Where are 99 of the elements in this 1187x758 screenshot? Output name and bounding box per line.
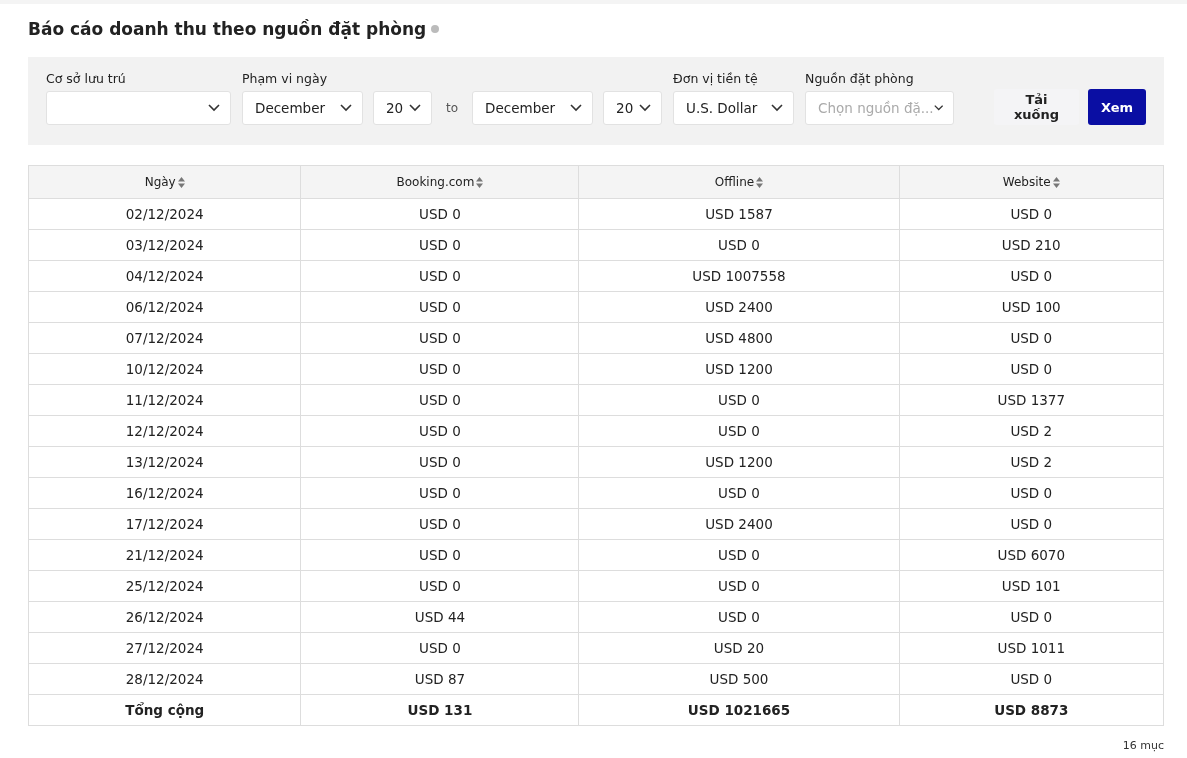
table-cell: USD 20 — [578, 632, 899, 664]
total-cell: USD 131 — [300, 694, 579, 726]
column-header[interactable]: Website — [899, 165, 1164, 199]
table-cell: USD 101 — [899, 570, 1164, 602]
info-icon — [431, 25, 440, 33]
table-cell: 21/12/2024 — [28, 539, 301, 571]
table-cell: USD 2 — [899, 446, 1164, 478]
table-cell: 06/12/2024 — [28, 291, 301, 323]
table-cell: USD 0 — [899, 260, 1164, 292]
table-cell: USD 0 — [300, 570, 579, 602]
table-cell: 25/12/2024 — [28, 570, 301, 602]
table-cell: USD 2400 — [578, 508, 899, 540]
table-cell: USD 0 — [300, 508, 579, 540]
table-cell: USD 0 — [899, 353, 1164, 385]
table-cell: USD 0 — [300, 229, 579, 261]
table-cell: 13/12/2024 — [28, 446, 301, 478]
table-cell: USD 0 — [899, 198, 1164, 230]
table-cell: USD 6070 — [899, 539, 1164, 571]
filter-label: Đơn vị tiền tệ — [673, 71, 759, 86]
table-cell: 28/12/2024 — [28, 663, 301, 695]
table-cell: USD 2 — [899, 415, 1164, 447]
table-cell: USD 0 — [300, 415, 579, 447]
chevron-down-icon — [208, 104, 220, 112]
chevron-down-icon — [570, 104, 583, 112]
sort-icon — [177, 177, 185, 188]
table-cell: USD 0 — [578, 539, 899, 571]
table-cell: USD 0 — [300, 384, 579, 416]
column-header[interactable]: Booking.com — [300, 165, 579, 199]
table-cell: 07/12/2024 — [28, 322, 301, 354]
table-cell: USD 87 — [300, 663, 579, 695]
sort-icon — [1052, 177, 1060, 188]
table-cell: USD 0 — [300, 632, 579, 664]
item-count: 16 mục — [1121, 739, 1164, 752]
total-cell: Tổng cộng — [28, 694, 301, 726]
table-cell: 27/12/2024 — [28, 632, 301, 664]
table-cell: USD 1587 — [578, 198, 899, 230]
download-button[interactable]: Tải xuống — [994, 89, 1079, 125]
select-field[interactable]: U.S. Dollar — [673, 91, 795, 125]
select-field[interactable]: 20 — [373, 91, 432, 125]
table-cell: USD 0 — [300, 322, 579, 354]
table-cell: USD 100 — [899, 291, 1164, 323]
table-cell: USD 2400 — [578, 291, 899, 323]
table-cell: USD 0 — [300, 198, 579, 230]
select-field[interactable]: December — [472, 91, 594, 125]
table-cell: USD 0 — [578, 570, 899, 602]
table-cell: USD 4800 — [578, 322, 899, 354]
table-cell: USD 0 — [300, 539, 579, 571]
table-cell: USD 0 — [899, 601, 1164, 633]
table-cell: 16/12/2024 — [28, 477, 301, 509]
table-cell: 11/12/2024 — [28, 384, 301, 416]
table-cell: USD 0 — [899, 663, 1164, 695]
chevron-down-icon — [933, 104, 944, 112]
table-cell: USD 0 — [578, 415, 899, 447]
table-cell: USD 1200 — [578, 353, 899, 385]
table-cell: USD 1011 — [899, 632, 1164, 664]
table-cell: USD 0 — [899, 322, 1164, 354]
table-cell: USD 0 — [578, 229, 899, 261]
chevron-down-icon — [409, 104, 421, 112]
sort-icon — [756, 177, 764, 188]
table-cell: USD 0 — [899, 477, 1164, 509]
table-cell: USD 0 — [300, 446, 579, 478]
table-cell: USD 210 — [899, 229, 1164, 261]
view-button[interactable]: Xem — [1087, 89, 1146, 125]
table-cell: USD 0 — [578, 477, 899, 509]
table-cell: USD 0 — [300, 477, 579, 509]
page-title: Báo cáo doanh thu theo nguồn đặt phòng — [28, 19, 427, 39]
column-header[interactable]: Offline — [578, 165, 899, 199]
select-field[interactable]: December — [242, 91, 363, 125]
table-cell: USD 0 — [300, 260, 579, 292]
chevron-down-icon — [340, 104, 352, 112]
column-header[interactable]: Ngày — [28, 165, 301, 199]
table-cell: 17/12/2024 — [28, 508, 301, 540]
table-cell: USD 0 — [300, 291, 579, 323]
filter-label: Cơ sở lưu trú — [46, 71, 127, 86]
table-cell: USD 0 — [578, 601, 899, 633]
total-cell: USD 8873 — [899, 694, 1164, 726]
range-separator: to — [445, 101, 460, 115]
table-cell: 26/12/2024 — [28, 601, 301, 633]
table-cell: USD 0 — [300, 353, 579, 385]
table-cell: 10/12/2024 — [28, 353, 301, 385]
table-cell: USD 500 — [578, 663, 899, 695]
table-cell: USD 1377 — [899, 384, 1164, 416]
chevron-down-icon — [771, 104, 784, 112]
chevron-down-icon — [639, 104, 652, 112]
table-cell: 02/12/2024 — [28, 198, 301, 230]
table-cell: USD 0 — [899, 508, 1164, 540]
filter-label: Phạm vi ngày — [242, 71, 329, 86]
table-cell: USD 44 — [300, 601, 579, 633]
table-cell: 04/12/2024 — [28, 260, 301, 292]
select-field[interactable] — [46, 91, 231, 125]
table-cell: USD 1007558 — [578, 260, 899, 292]
filter-label: Nguồn đặt phòng — [805, 71, 915, 86]
sort-icon — [476, 177, 484, 188]
total-cell: USD 1021665 — [578, 694, 899, 726]
table-cell: USD 0 — [578, 384, 899, 416]
table-cell: 12/12/2024 — [28, 415, 301, 447]
select-field[interactable]: 20 — [603, 91, 663, 125]
table-cell: USD 1200 — [578, 446, 899, 478]
table-cell: 03/12/2024 — [28, 229, 301, 261]
